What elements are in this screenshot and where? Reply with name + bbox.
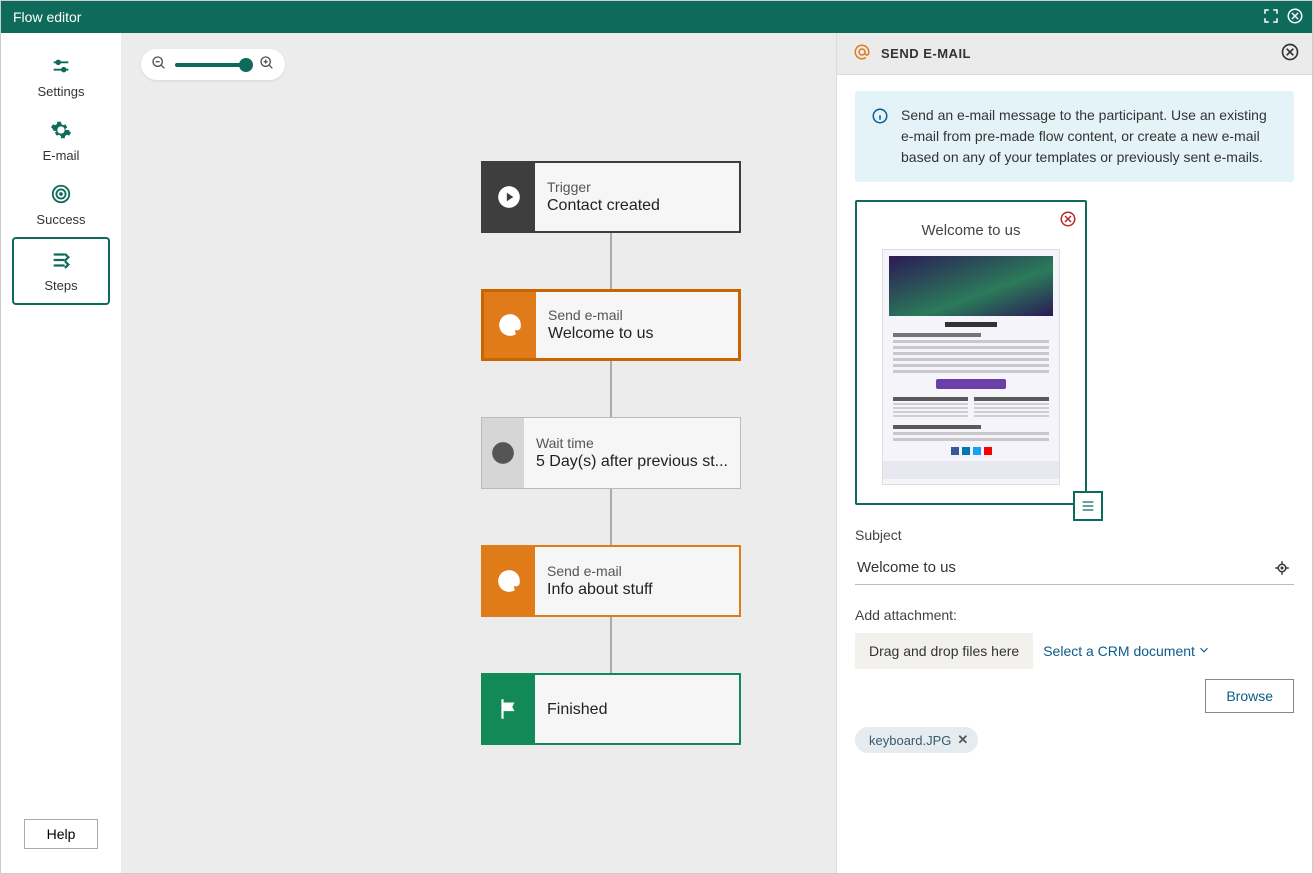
- attachment-chip: keyboard.JPG ✕: [855, 727, 978, 753]
- crm-select-label: Select a CRM document: [1043, 643, 1195, 659]
- node-title: Send e-mail: [547, 563, 727, 579]
- sidebar-item-label: Steps: [44, 278, 77, 293]
- sidebar-item-steps[interactable]: Steps: [12, 237, 110, 305]
- help-button[interactable]: Help: [24, 819, 99, 849]
- play-icon: [483, 163, 535, 231]
- node-title: Wait time: [536, 435, 728, 451]
- remove-preview-icon[interactable]: [1059, 210, 1077, 231]
- node-title: Send e-mail: [548, 307, 726, 323]
- sliders-icon: [50, 55, 72, 80]
- connector: [610, 489, 612, 545]
- flow-node-email-welcome[interactable]: Send e-mail Welcome to us: [481, 289, 741, 361]
- step-settings-panel: SEND E-MAIL Send an e-mail message to th…: [836, 33, 1312, 873]
- target-icon: [50, 183, 72, 208]
- at-icon: [484, 292, 536, 358]
- preview-title: Welcome to us: [922, 222, 1021, 239]
- window-title: Flow editor: [13, 9, 81, 25]
- gear-icon: [50, 119, 72, 144]
- email-preview-card[interactable]: Welcome to us: [855, 200, 1087, 505]
- flow-node-email-info[interactable]: Send e-mail Info about stuff: [481, 545, 741, 617]
- flow-column: Trigger Contact created Send e-mail Welc…: [481, 161, 741, 745]
- flow-canvas[interactable]: Trigger Contact created Send e-mail Welc…: [121, 33, 836, 873]
- sidebar-item-label: Success: [36, 212, 85, 227]
- browse-button[interactable]: Browse: [1205, 679, 1294, 713]
- connector: [610, 361, 612, 417]
- flow-node-finished[interactable]: Finished: [481, 673, 741, 745]
- clock-icon: [482, 418, 524, 488]
- chevron-down-icon: [1197, 643, 1211, 660]
- sidebar-item-label: Settings: [38, 84, 85, 99]
- sidebar: Settings E-mail Success Steps Help: [1, 33, 121, 873]
- zoom-out-icon[interactable]: [151, 55, 167, 74]
- info-icon: [871, 105, 889, 168]
- insert-variable-button[interactable]: [1270, 556, 1294, 580]
- close-panel-icon[interactable]: [1280, 42, 1300, 65]
- node-title: Trigger: [547, 179, 727, 195]
- connector: [610, 617, 612, 673]
- sidebar-item-email[interactable]: E-mail: [12, 109, 110, 173]
- node-title: Finished: [547, 701, 727, 719]
- zoom-slider[interactable]: [175, 63, 251, 67]
- crm-document-select[interactable]: Select a CRM document: [1043, 643, 1211, 660]
- at-icon: [483, 547, 535, 615]
- node-subtitle: Info about stuff: [547, 581, 727, 599]
- panel-title: SEND E-MAIL: [881, 46, 971, 61]
- subject-input[interactable]: [855, 555, 1270, 580]
- zoom-control[interactable]: [141, 49, 285, 80]
- title-bar: Flow editor: [1, 1, 1312, 33]
- node-subtitle: 5 Day(s) after previous st...: [536, 453, 728, 471]
- node-subtitle: Welcome to us: [548, 325, 726, 343]
- chip-label: keyboard.JPG: [869, 733, 951, 748]
- node-subtitle: Contact created: [547, 197, 727, 215]
- flow-node-wait[interactable]: Wait time 5 Day(s) after previous st...: [481, 417, 741, 489]
- subject-label: Subject: [855, 527, 1294, 543]
- connector: [610, 233, 612, 289]
- preview-menu-button[interactable]: [1073, 491, 1103, 521]
- sidebar-item-label: E-mail: [43, 148, 80, 163]
- expand-icon[interactable]: [1262, 7, 1280, 28]
- zoom-in-icon[interactable]: [259, 55, 275, 74]
- steps-icon: [50, 249, 72, 274]
- info-box: Send an e-mail message to the participan…: [855, 91, 1294, 182]
- info-text: Send an e-mail message to the participan…: [901, 105, 1278, 168]
- sidebar-item-settings[interactable]: Settings: [12, 45, 110, 109]
- at-icon: [853, 43, 871, 64]
- remove-chip-icon[interactable]: ✕: [957, 732, 968, 748]
- file-dropzone[interactable]: Drag and drop files here: [855, 633, 1033, 669]
- panel-header: SEND E-MAIL: [837, 33, 1312, 75]
- close-window-icon[interactable]: [1286, 7, 1304, 28]
- flow-node-trigger[interactable]: Trigger Contact created: [481, 161, 741, 233]
- preview-thumbnail: [882, 249, 1060, 485]
- sidebar-item-success[interactable]: Success: [12, 173, 110, 237]
- attachment-label: Add attachment:: [855, 607, 1294, 623]
- flag-icon: [483, 675, 535, 743]
